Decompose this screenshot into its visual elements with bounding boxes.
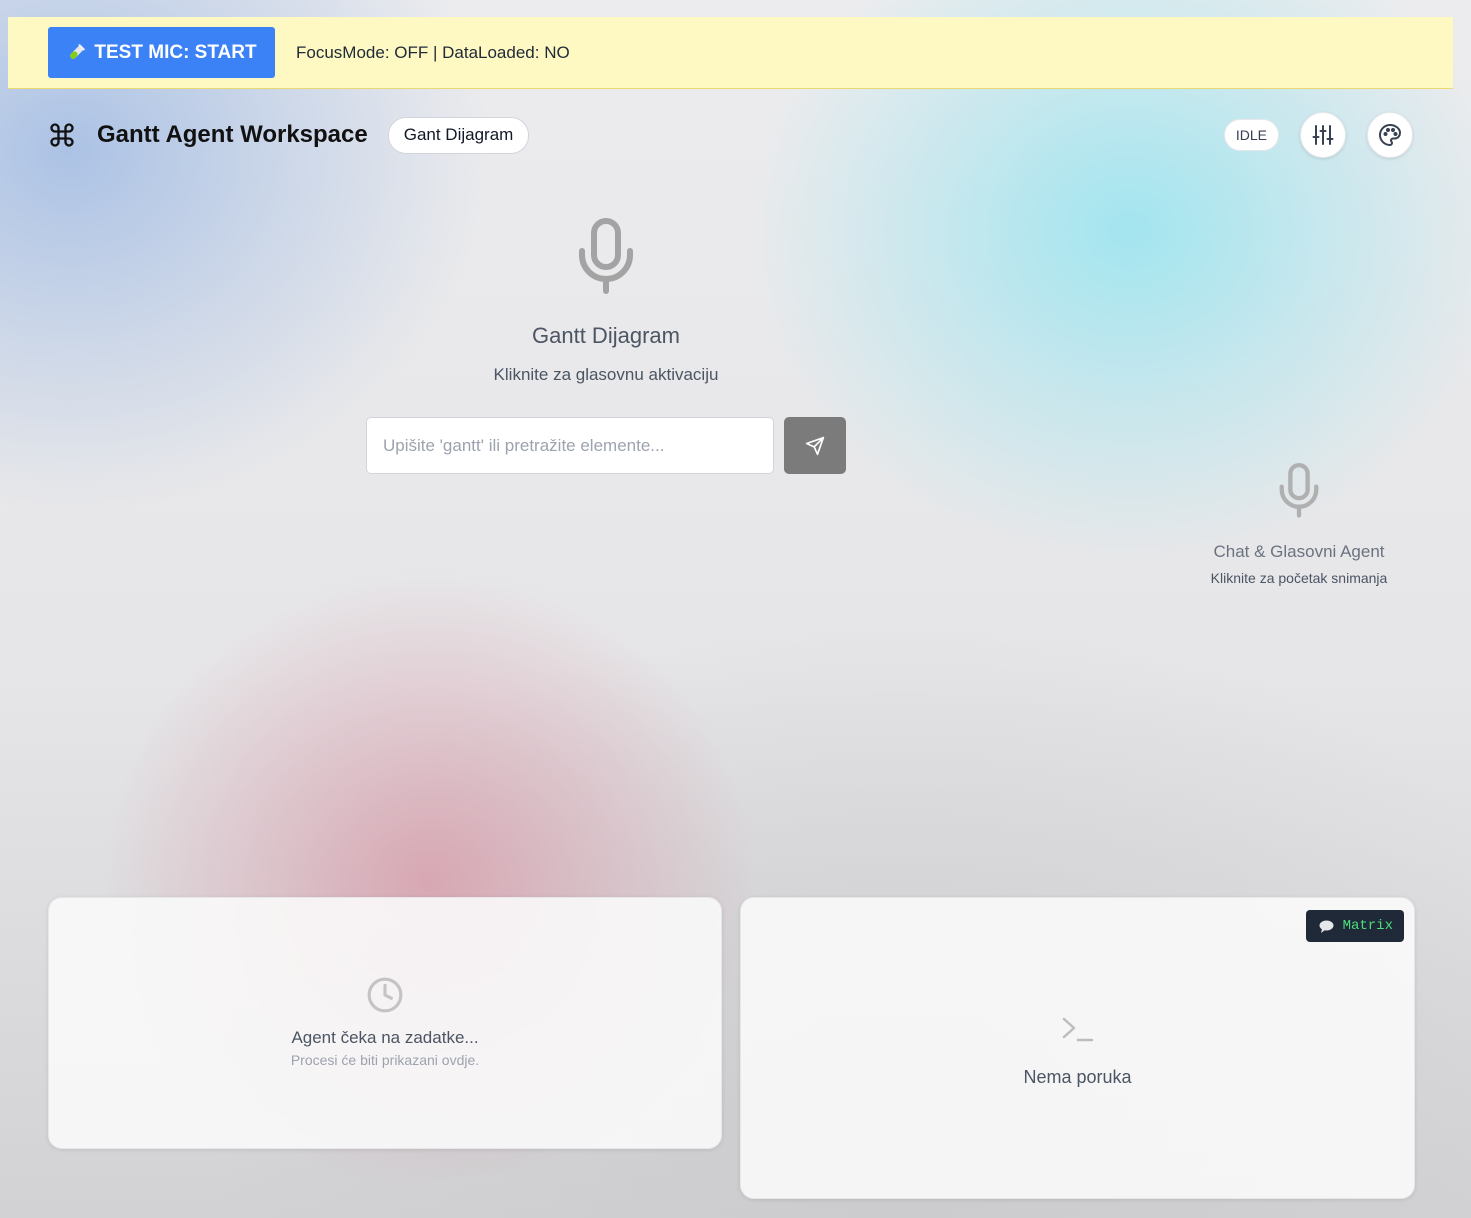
microphone-icon[interactable] (574, 215, 638, 299)
app-header: Gantt Agent Workspace Gant Dijagram IDLE (48, 112, 1413, 158)
mode-pill[interactable]: Gant Dijagram (387, 116, 530, 154)
matrix-label: Matrix (1342, 918, 1393, 934)
app-title: Gantt Agent Workspace (97, 121, 368, 148)
test-tube-icon (66, 43, 86, 63)
search-input[interactable] (366, 417, 774, 474)
clock-icon (366, 976, 404, 1014)
command-icon (48, 121, 76, 149)
voice-agent-panel: Chat & Glasovni Agent Kliknite za početa… (1195, 460, 1403, 586)
tasks-panel: Agent čeka na zadatke... Procesi će biti… (48, 897, 722, 1149)
agent-microphone-icon[interactable] (1276, 460, 1322, 522)
messages-empty-state: Nema poruka (741, 1013, 1414, 1088)
speech-bubble-icon (1319, 920, 1334, 933)
send-button[interactable] (784, 417, 846, 474)
tasks-empty-subtitle: Procesi će biti prikazani ovdje. (290, 1052, 480, 1068)
test-mic-label: TEST MIC: START (94, 41, 257, 63)
terminal-icon (1060, 1013, 1096, 1047)
debug-bar: TEST MIC: START FocusMode: OFF | DataLoa… (8, 17, 1453, 89)
send-icon (805, 436, 825, 456)
tasks-empty-state: Agent čeka na zadatke... Procesi će biti… (49, 976, 721, 1068)
header-actions: IDLE (1223, 112, 1413, 158)
agent-title: Chat & Glasovni Agent (1213, 542, 1385, 561)
search-row (366, 417, 846, 474)
voice-subtitle: Kliknite za glasovnu aktivaciju (493, 365, 719, 384)
tasks-empty-title: Agent čeka na zadatke... (291, 1028, 479, 1047)
voice-activation-area: Gantt Dijagram Kliknite za glasovnu akti… (366, 215, 846, 385)
sliders-icon (1311, 123, 1335, 147)
test-mic-button[interactable]: TEST MIC: START (48, 27, 275, 78)
matrix-badge[interactable]: Matrix (1305, 910, 1404, 942)
settings-button[interactable] (1300, 112, 1346, 158)
messages-panel: Matrix Nema poruka (740, 897, 1415, 1199)
theme-button[interactable] (1367, 112, 1413, 158)
debug-status-text: FocusMode: OFF | DataLoaded: NO (296, 42, 570, 62)
voice-title: Gantt Dijagram (532, 323, 680, 348)
messages-empty-title: Nema poruka (1023, 1067, 1132, 1087)
status-badge: IDLE (1223, 119, 1279, 151)
palette-icon (1378, 123, 1402, 147)
agent-subtitle: Kliknite za početak snimanja (1210, 570, 1388, 586)
